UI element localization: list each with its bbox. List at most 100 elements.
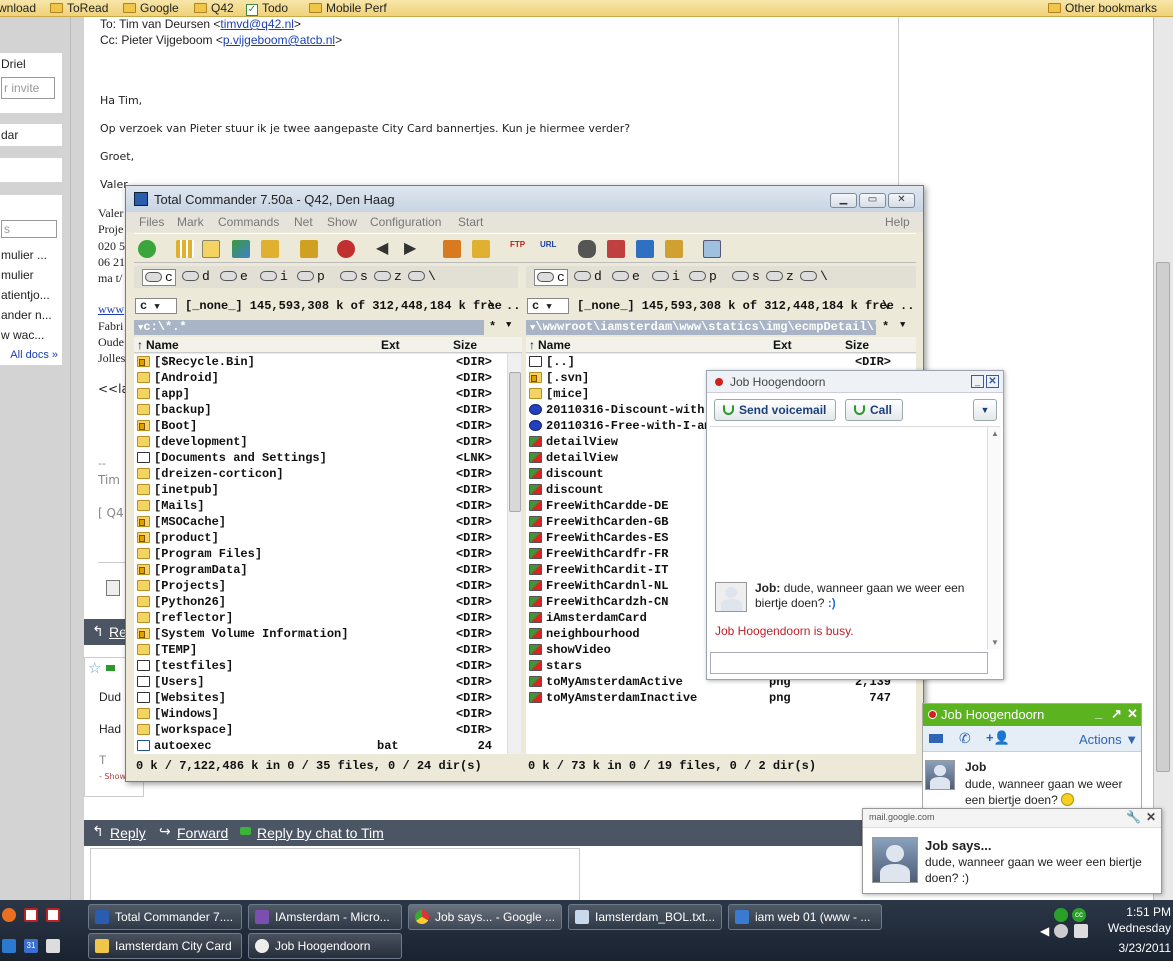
- chat-scrollbar[interactable]: ▲ ▼: [987, 427, 1001, 649]
- right-root-button[interactable]: \: [882, 299, 889, 313]
- calendar-link[interactable]: dar: [0, 124, 62, 146]
- file-row[interactable]: [testfiles] <DIR>: [134, 658, 508, 674]
- firefox-icon[interactable]: [2, 908, 16, 922]
- copy-names-icon[interactable]: [665, 240, 683, 258]
- drive-button-c-right[interactable]: c: [534, 269, 568, 286]
- gmail-icon[interactable]: [46, 908, 60, 922]
- wrench-icon[interactable]: 🔧: [1126, 810, 1141, 824]
- task-job-hoogendoorn[interactable]: Job Hoogendoorn: [248, 933, 402, 959]
- file-row[interactable]: [reflector] <DIR>: [134, 610, 508, 626]
- chat-input[interactable]: [710, 652, 988, 674]
- left-up-button[interactable]: ..: [506, 299, 520, 313]
- all-docs-link[interactable]: All docs »: [1, 345, 62, 365]
- file-row[interactable]: [development] <DIR>: [134, 434, 508, 450]
- file-row[interactable]: [Projects] <DIR>: [134, 578, 508, 594]
- file-row[interactable]: autoexec bat 24: [134, 738, 508, 754]
- bookmark-google[interactable]: Google: [123, 1, 179, 15]
- right-history-star[interactable]: *: [882, 320, 889, 334]
- file-row[interactable]: [app] <DIR>: [134, 386, 508, 402]
- col-ext[interactable]: Ext: [773, 338, 792, 352]
- file-row[interactable]: [TEMP] <DIR>: [134, 642, 508, 658]
- rename-icon[interactable]: [607, 240, 625, 258]
- signature-link[interactable]: www: [98, 302, 124, 317]
- doc-item[interactable]: atientjo...: [1, 285, 62, 305]
- chat-titlebar[interactable]: Job Hoogendoorn _ ✕: [707, 371, 1003, 393]
- actions-menu[interactable]: Actions ▼: [1079, 732, 1138, 747]
- more-options-dropdown[interactable]: ▼: [973, 399, 997, 421]
- file-row[interactable]: [Websites] <DIR>: [134, 690, 508, 706]
- drive-button-i-right[interactable]: i: [652, 269, 680, 284]
- minimize-button[interactable]: ▁: [830, 193, 857, 208]
- file-row[interactable]: [product] <DIR>: [134, 530, 508, 546]
- menu-configuration[interactable]: Configuration: [370, 215, 441, 229]
- file-row[interactable]: [Android] <DIR>: [134, 370, 508, 386]
- tray-expand-icon[interactable]: ◀: [1040, 924, 1049, 938]
- invite-input[interactable]: r invite: [1, 77, 55, 99]
- drive-button-c-left[interactable]: c: [142, 269, 176, 286]
- ftp-icon[interactable]: FTP: [510, 240, 528, 258]
- docs-search-input[interactable]: s: [1, 220, 57, 238]
- bookmark-todo[interactable]: ✓ Todo: [246, 1, 288, 16]
- popout-icon[interactable]: ↗: [1111, 706, 1122, 722]
- reply-by-chat-button[interactable]: Reply by chat to Tim: [257, 825, 384, 841]
- menu-files[interactable]: Files: [139, 215, 164, 229]
- bookmark-q42[interactable]: Q42: [194, 1, 234, 15]
- docs-icon[interactable]: [46, 939, 60, 953]
- drive-button-e-left[interactable]: e: [220, 269, 248, 284]
- close-button[interactable]: ✕: [888, 193, 915, 208]
- tc-titlebar[interactable]: Total Commander 7.50a - Q42, Den Haag ▁ …: [126, 186, 923, 212]
- file-row[interactable]: [Mails] <DIR>: [134, 498, 508, 514]
- to-email-link[interactable]: timvd@q42.nl: [220, 17, 294, 31]
- doc-item[interactable]: ander n...: [1, 305, 62, 325]
- file-row[interactable]: [System Volume Information] <DIR>: [134, 626, 508, 642]
- network-icon[interactable]: [1054, 924, 1068, 938]
- col-size[interactable]: Size: [845, 338, 869, 352]
- forward-button[interactable]: Forward: [177, 825, 228, 841]
- drive-button-d-left[interactable]: d: [182, 269, 210, 284]
- add-person-icon[interactable]: +👤: [986, 730, 1010, 746]
- forward-arrow-icon[interactable]: ▶: [404, 240, 422, 258]
- file-row[interactable]: [MSOCache] <DIR>: [134, 514, 508, 530]
- file-row[interactable]: [Windows] <DIR>: [134, 706, 508, 722]
- left-scrollbar[interactable]: [507, 354, 521, 754]
- left-history-dropdown[interactable]: ▼: [506, 320, 511, 330]
- task-total-commander[interactable]: Total Commander 7....: [88, 904, 242, 930]
- thumbnails-icon[interactable]: [232, 240, 250, 258]
- calendar-icon[interactable]: 31: [24, 939, 38, 953]
- video-icon[interactable]: [929, 734, 943, 743]
- file-row[interactable]: [ProgramData] <DIR>: [134, 562, 508, 578]
- file-row[interactable]: toMyAmsterdamInactive png 747: [526, 690, 916, 706]
- reply-button[interactable]: Reply: [110, 825, 146, 841]
- menu-mark[interactable]: Mark: [177, 215, 204, 229]
- menu-commands[interactable]: Commands: [218, 215, 279, 229]
- file-row[interactable]: [Program Files] <DIR>: [134, 546, 508, 562]
- drive-button-i-left[interactable]: i: [260, 269, 288, 284]
- doc-item[interactable]: mulier: [1, 265, 62, 285]
- show-quoted-link[interactable]: - Show: [99, 772, 126, 781]
- url-icon[interactable]: URL: [540, 240, 558, 258]
- drive-button-d-right[interactable]: d: [574, 269, 602, 284]
- minimize-button[interactable]: _: [1095, 705, 1102, 720]
- bookmark-download[interactable]: wnload: [0, 1, 36, 15]
- sync-icon[interactable]: [636, 240, 654, 258]
- maximize-button[interactable]: ▭: [859, 193, 886, 208]
- show-desktop-icon[interactable]: [2, 939, 16, 953]
- file-row[interactable]: [..] <DIR>: [526, 354, 916, 370]
- right-drive-select[interactable]: c ▼: [527, 298, 569, 314]
- file-row[interactable]: [Boot] <DIR>: [134, 418, 508, 434]
- pack-icon[interactable]: [443, 240, 461, 258]
- task-notepad[interactable]: Iamsterdam_BOL.txt...: [568, 904, 722, 930]
- doc-item[interactable]: w wac...: [1, 325, 62, 345]
- left-scroll-thumb[interactable]: [509, 372, 521, 512]
- left-root-button[interactable]: \: [488, 299, 495, 313]
- col-size[interactable]: Size: [453, 338, 477, 352]
- detailed-view-icon[interactable]: [202, 240, 220, 258]
- col-name[interactable]: Name: [538, 338, 571, 352]
- attachment-icon[interactable]: [106, 580, 120, 596]
- right-up-button[interactable]: ..: [900, 299, 914, 313]
- minimize-button[interactable]: _: [971, 375, 984, 388]
- task-remote-desktop[interactable]: iam web 01 (www - ...: [728, 904, 882, 930]
- drive-button-z-right[interactable]: z: [766, 269, 794, 284]
- file-row[interactable]: [workspace] <DIR>: [134, 722, 508, 738]
- gtalk-titlebar[interactable]: Job Hoogendoorn _ ↗ ✕: [923, 704, 1141, 726]
